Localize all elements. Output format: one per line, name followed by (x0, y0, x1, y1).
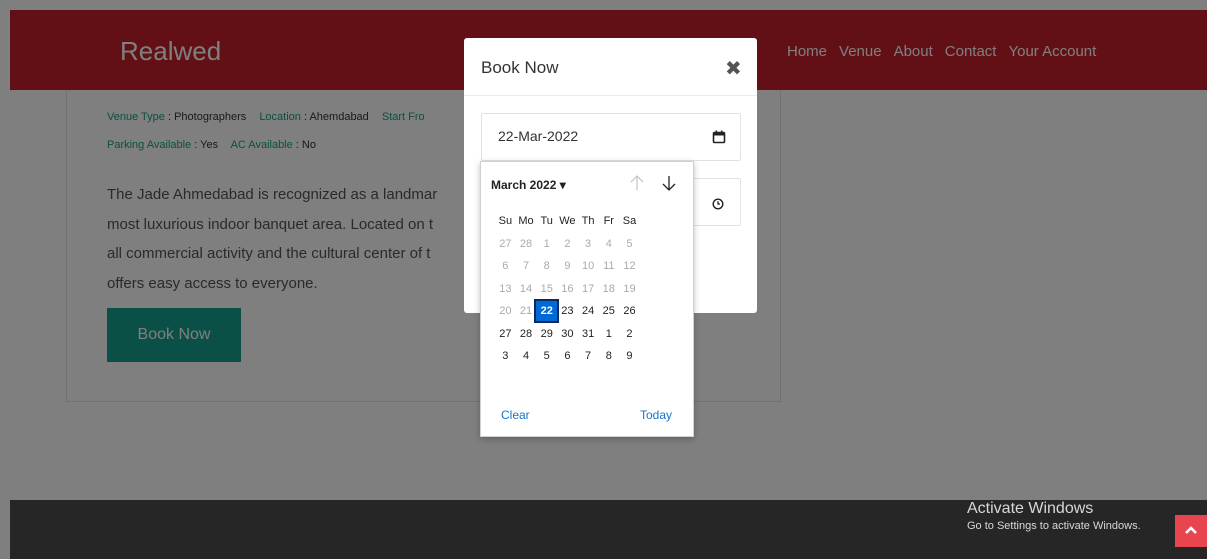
calendar-day[interactable]: 29 (536, 324, 557, 344)
calendar-day[interactable]: 30 (557, 324, 578, 344)
calendar-day[interactable]: 16 (557, 279, 578, 299)
weekday-label: Th (581, 215, 595, 228)
page: Realwed Home Venue About Contact Your Ac… (0, 0, 1207, 559)
date-input[interactable] (498, 128, 678, 144)
calendar-grid: Su Mo Tu We Th Fr Sa 27 28 1 2 3 4 5 6 7… (495, 210, 685, 368)
calendar-day[interactable]: 10 (578, 256, 599, 276)
calendar-day[interactable]: 6 (495, 256, 516, 276)
calendar-day[interactable]: 5 (619, 234, 640, 254)
calendar-day[interactable]: 14 (516, 279, 537, 299)
today-button[interactable]: Today (640, 408, 672, 422)
calendar-day[interactable]: 20 (495, 301, 516, 321)
calendar-day[interactable]: 13 (495, 279, 516, 299)
calendar-day[interactable]: 8 (598, 346, 619, 366)
date-field[interactable] (481, 113, 741, 161)
calendar-day[interactable]: 3 (495, 346, 516, 366)
weekday-label: We (559, 215, 576, 228)
month-select[interactable]: March 2022 ▾ (491, 178, 566, 192)
date-picker: March 2022 ▾ Su Mo Tu We Th Fr Sa 27 28 … (480, 161, 694, 437)
calendar-week: 27 28 29 30 31 1 2 (495, 323, 685, 346)
scroll-to-top-button[interactable] (1175, 515, 1207, 547)
calendar-day[interactable]: 9 (557, 256, 578, 276)
next-month-icon[interactable] (661, 174, 677, 192)
weekday-header: Su Mo Tu We Th Fr Sa (495, 210, 685, 233)
calendar-day[interactable]: 7 (516, 256, 537, 276)
calendar-day[interactable]: 8 (536, 256, 557, 276)
calendar-week: 27 28 1 2 3 4 5 (495, 233, 685, 256)
weekday-label: Su (498, 215, 513, 228)
modal-title: Book Now (481, 58, 559, 77)
calendar-day[interactable]: 11 (598, 256, 619, 276)
calendar-day[interactable]: 15 (536, 279, 557, 299)
calendar-day[interactable]: 2 (557, 234, 578, 254)
calendar-day[interactable]: 23 (557, 301, 578, 321)
calendar-day[interactable]: 5 (536, 346, 557, 366)
watermark-title: Activate Windows (967, 500, 1094, 517)
clear-button[interactable]: Clear (501, 408, 530, 422)
previous-month-icon[interactable] (629, 174, 645, 192)
weekday-label: Mo (518, 215, 534, 228)
calendar-day[interactable]: 21 (516, 301, 537, 321)
calendar-day[interactable]: 31 (578, 324, 599, 344)
close-icon[interactable]: ✖ (725, 56, 742, 81)
calendar-week: 13 14 15 16 17 18 19 (495, 278, 685, 301)
calendar-week: 3 4 5 6 7 8 9 (495, 345, 685, 368)
calendar-day[interactable]: 18 (598, 279, 619, 299)
calendar-day[interactable]: 27 (495, 324, 516, 344)
weekday-label: Tu (540, 215, 553, 228)
windows-activation-watermark: Activate Windows Go to Settings to activ… (967, 500, 1141, 532)
calendar-day[interactable]: 12 (619, 256, 640, 276)
calendar-day[interactable]: 26 (619, 301, 640, 321)
weekday-label: Fr (603, 215, 614, 228)
calendar-day[interactable]: 4 (598, 234, 619, 254)
calendar-day[interactable]: 2 (619, 324, 640, 344)
calendar-day[interactable]: 24 (578, 301, 599, 321)
calendar-day[interactable]: 4 (516, 346, 537, 366)
calendar-icon[interactable] (712, 130, 726, 149)
calendar-day[interactable]: 17 (578, 279, 599, 299)
calendar-day[interactable]: 1 (536, 234, 557, 254)
watermark-subtitle: Go to Settings to activate Windows. (967, 520, 1141, 532)
calendar-day[interactable]: 19 (619, 279, 640, 299)
calendar-week: 6 7 8 9 10 11 12 (495, 255, 685, 278)
clock-icon[interactable] (712, 197, 724, 215)
calendar-day[interactable]: 1 (598, 324, 619, 344)
calendar-day[interactable]: 25 (598, 301, 619, 321)
calendar-day[interactable]: 28 (516, 234, 537, 254)
weekday-label: Sa (622, 215, 637, 228)
calendar-day[interactable]: 28 (516, 324, 537, 344)
calendar-day[interactable]: 9 (619, 346, 640, 366)
calendar-day-selected[interactable]: 22 (534, 299, 560, 324)
calendar-day[interactable]: 6 (557, 346, 578, 366)
chevron-up-icon (1184, 522, 1198, 540)
calendar-day[interactable]: 3 (578, 234, 599, 254)
modal-header: Book Now ✖ (464, 38, 757, 96)
calendar-day[interactable]: 7 (578, 346, 599, 366)
calendar-week: 20 21 22 23 24 25 26 (495, 299, 685, 324)
calendar-day[interactable]: 27 (495, 234, 516, 254)
